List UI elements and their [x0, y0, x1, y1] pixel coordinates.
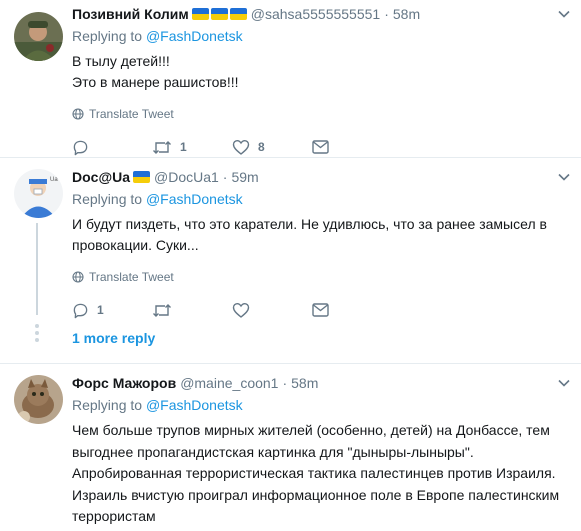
display-name[interactable]: Doc@Ua	[72, 169, 130, 185]
tweet-header: Форс Мажоров @maine_coon1 · 58m	[72, 373, 571, 393]
ukraine-flag-icons	[133, 171, 150, 183]
avatar[interactable]	[14, 375, 63, 424]
replying-to-label: Replying to	[72, 397, 143, 413]
ukraine-flag-icon	[230, 8, 247, 20]
separator-dot: ·	[282, 375, 288, 391]
timestamp[interactable]: 58m	[393, 6, 420, 22]
svg-text:Ua: Ua	[50, 177, 58, 183]
ukraine-flag-icon	[133, 171, 150, 183]
tweet-text-line: Это в манере рашистов!!!	[72, 73, 239, 90]
reply-icon	[73, 303, 88, 318]
user-handle[interactable]: @DocUa1	[154, 169, 219, 185]
retweet-icon	[153, 303, 171, 317]
like-count: 8	[258, 140, 265, 154]
replying-to: Replying to @FashDonetsk	[72, 26, 571, 46]
replying-to-label: Replying to	[72, 191, 143, 207]
chevron-down-icon[interactable]	[557, 170, 571, 184]
like-button[interactable]: 8	[232, 139, 312, 156]
timestamp[interactable]: 58m	[291, 375, 318, 391]
avatar[interactable]	[14, 12, 63, 61]
tweet-text-line: Чем больше трупов мирных жителей (особен…	[72, 422, 550, 438]
globe-icon	[72, 108, 84, 120]
tweet-text: В тылу детей!!! Это в манере рашистов!!!	[72, 51, 571, 92]
tweet-text: Чем больше трупов мирных жителей (особен…	[72, 420, 571, 528]
tweet-text-line: В тылу детей!!!	[72, 53, 170, 69]
reply-count: 1	[97, 303, 104, 317]
replying-to-link[interactable]: @FashDonetsk	[146, 28, 243, 44]
tweet[interactable]: Ua Doc@Ua @DocUa1 · 59m Replying to @Fas…	[0, 159, 581, 364]
retweet-count: 1	[180, 140, 187, 154]
envelope-icon	[312, 303, 329, 317]
tweet-actions: 1 8	[72, 137, 571, 157]
tweet-actions: 1	[72, 300, 571, 320]
translate-label[interactable]: Translate Tweet	[89, 107, 174, 121]
globe-icon	[72, 271, 84, 283]
heart-icon	[232, 139, 250, 155]
tweet-header: Позивний Колим @sahsa5555555551 · 58m	[72, 4, 571, 24]
heart-icon	[232, 302, 250, 318]
ukraine-flag-icon	[211, 8, 228, 20]
translate-tweet[interactable]: Translate Tweet	[72, 106, 571, 122]
translate-label[interactable]: Translate Tweet	[89, 270, 174, 284]
reply-icon	[73, 140, 88, 155]
thread-line	[36, 223, 38, 315]
tweet-header: Doc@Ua @DocUa1 · 59m	[72, 167, 571, 187]
tweet-text-line: выгоднее пропагандистская картинка для "…	[72, 443, 474, 460]
tweet-text: И будут пиздеть, что это каратели. Не уд…	[72, 214, 571, 255]
tweet-text-line: Апробированная террористическая тактика …	[72, 465, 556, 481]
user-handle[interactable]: @maine_coon1	[180, 375, 278, 391]
reply-button[interactable]: 1	[72, 302, 152, 319]
display-name[interactable]: Форс Мажоров	[72, 375, 176, 391]
tweet-text-line: И будут пиздеть, что это каратели. Не уд…	[72, 216, 547, 232]
tweet-text-line: террористам	[72, 508, 156, 524]
replying-to: Replying to @FashDonetsk	[72, 189, 571, 209]
direct-message-button[interactable]	[312, 140, 392, 154]
replying-to-link[interactable]: @FashDonetsk	[146, 397, 243, 413]
tweet-text-line: провокации. Суки...	[72, 236, 199, 253]
direct-message-button[interactable]	[312, 303, 392, 317]
chevron-down-icon[interactable]	[557, 376, 571, 390]
ukraine-flag-icons	[192, 8, 247, 20]
reply-button[interactable]	[72, 139, 152, 156]
chevron-down-icon[interactable]	[557, 7, 571, 21]
envelope-icon	[312, 140, 329, 154]
replying-to: Replying to @FashDonetsk	[72, 395, 571, 415]
separator-dot: ·	[384, 6, 389, 22]
user-handle[interactable]: @sahsa5555555551	[251, 6, 380, 22]
retweet-button[interactable]: 1	[152, 139, 232, 156]
replying-to-link[interactable]: @FashDonetsk	[146, 191, 243, 207]
tweet[interactable]: Позивний Колим @sahsa5555555551 · 58m Re…	[0, 0, 581, 158]
translate-tweet[interactable]: Translate Tweet	[72, 269, 571, 285]
ukraine-flag-icon	[192, 8, 209, 20]
separator-dot: ·	[222, 169, 228, 185]
retweet-icon	[153, 140, 171, 154]
tweet-text-line: Израиль вчистую проиграл информационное …	[72, 486, 560, 503]
retweet-button[interactable]	[152, 302, 232, 319]
like-button[interactable]	[232, 302, 312, 319]
replying-to-label: Replying to	[72, 28, 143, 44]
tweet[interactable]: Форс Мажоров @maine_coon1 · 58m Replying…	[0, 365, 581, 531]
thread-dots	[33, 324, 41, 345]
display-name[interactable]: Позивний Колим	[72, 6, 189, 22]
avatar[interactable]: Ua	[14, 169, 63, 218]
timestamp[interactable]: 59m	[231, 169, 258, 185]
more-replies-link[interactable]: 1 more reply	[72, 330, 155, 346]
